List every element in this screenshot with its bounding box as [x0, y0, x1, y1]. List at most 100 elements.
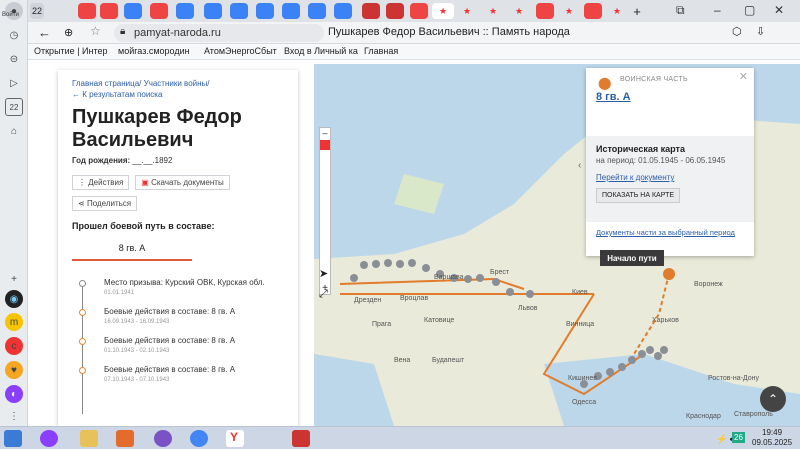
clock[interactable]: 19:49 09.05.2025	[752, 428, 792, 448]
media-taskbar-icon[interactable]	[116, 430, 134, 447]
tab-favicon-blue[interactable]	[308, 3, 326, 19]
city-label: Будапешт	[432, 357, 465, 364]
go-to-document-link[interactable]: Перейти к документу	[596, 173, 744, 182]
unit-documents-link[interactable]: Документы части за выбранный период	[596, 228, 746, 237]
city-label: Киев	[572, 289, 588, 296]
hist-period: на период: 01.05.1945 - 06.05.1945	[596, 156, 726, 165]
tab-favicon-blue[interactable]	[204, 3, 222, 19]
share-button[interactable]: ⋖ Поделиться	[72, 196, 138, 211]
market-icon[interactable]: m	[5, 313, 23, 331]
timeline-item[interactable]: Боевые действия в составе: 8 гв. А 07.10.…	[76, 365, 286, 385]
tab-favicon-star[interactable]: ★	[608, 3, 626, 19]
start-button[interactable]	[4, 430, 22, 447]
screenshot-icon[interactable]: ⌂	[5, 122, 23, 140]
tab-favicon-blue[interactable]	[124, 3, 142, 19]
tab-favicon-yandex[interactable]	[150, 3, 168, 19]
signin-label[interactable]: Войти	[2, 12, 19, 18]
mail-icon[interactable]: ♥	[5, 361, 23, 379]
tab-favicon-blue[interactable]	[256, 3, 274, 19]
url-field[interactable]: 🔒︎ pamyat-naroda.ru	[114, 24, 324, 42]
start-label: Начало пути	[600, 250, 664, 266]
tab-favicon-star[interactable]: ★	[458, 3, 476, 19]
collapse-panel-icon[interactable]: ‹	[578, 160, 581, 171]
add-icon[interactable]: +	[5, 270, 23, 288]
location-pin-icon: ⬤	[598, 76, 612, 90]
tab-favicon-blue[interactable]	[334, 3, 352, 19]
video-icon[interactable]: ▷	[5, 74, 23, 92]
collections-icon[interactable]: ⧉	[676, 3, 685, 18]
timeline-item[interactable]: Боевые действия в составе: 8 гв. А 16.09.…	[76, 307, 286, 327]
more-icon[interactable]: ⋮	[5, 407, 23, 425]
new-tab-icon[interactable]: +	[628, 3, 646, 19]
tab-favicon-star[interactable]: ★	[560, 3, 578, 19]
locate-icon[interactable]: ➤	[319, 267, 328, 280]
timeline-item[interactable]: Место призыва: Курский ОВК, Курская обл.…	[76, 278, 286, 298]
city-label: Краснодар	[686, 413, 721, 420]
city-label: Ростов-на-Дону	[708, 375, 759, 382]
bookmark-item[interactable]: Вход в Личный ка	[284, 46, 358, 56]
language-badge[interactable]: 26	[732, 432, 745, 443]
yandex-taskbar-icon[interactable]: Y	[226, 430, 244, 447]
tab-favicon-red[interactable]	[386, 3, 404, 19]
extension-icon[interactable]: ⬡	[732, 25, 742, 38]
tab-favicon-yandex[interactable]	[584, 3, 602, 19]
maximize-icon[interactable]: ▢	[744, 3, 755, 17]
bookmark-star-icon[interactable]: ☆	[90, 24, 101, 38]
tab-active-pamyat[interactable]: ★	[432, 3, 454, 19]
tab-favicon-blue[interactable]	[282, 3, 300, 19]
tab-favicon-star[interactable]: ★	[484, 3, 502, 19]
fullscreen-icon[interactable]: ⤢	[319, 288, 328, 301]
city-label: Прага	[372, 321, 391, 328]
app-icon[interactable]: c	[5, 337, 23, 355]
back-to-results-link[interactable]: ← К результатам поиска	[72, 89, 284, 100]
show-on-map-button[interactable]: ПОКАЗАТЬ НА КАРТЕ	[596, 188, 681, 203]
explorer-taskbar-icon[interactable]	[80, 430, 98, 447]
combat-timeline: Место призыва: Курский ОВК, Курская обл.…	[76, 278, 286, 414]
historical-map-box: Историческая карта на период: 01.05.1945…	[586, 136, 754, 222]
breadcrumb-participants[interactable]: Участники войны	[144, 79, 208, 88]
tab-favicon-blue[interactable]	[230, 3, 248, 19]
alice-taskbar-icon[interactable]	[40, 430, 58, 447]
app-taskbar-icon[interactable]	[292, 430, 310, 447]
messenger-icon[interactable]: ◐	[5, 385, 23, 403]
bookmark-item[interactable]: АтомЭнергоСбыт	[204, 46, 277, 56]
download-docs-button[interactable]: ▣ Скачать документы	[135, 175, 230, 190]
tab-favicon-blue[interactable]	[176, 3, 194, 19]
city-label: Дрезден	[354, 297, 381, 304]
tab-favicon-yandex[interactable]	[410, 3, 428, 19]
history-icon[interactable]: ◷	[5, 26, 23, 44]
tab-favicon-star[interactable]: ★	[510, 3, 528, 19]
minimize-icon[interactable]: –	[714, 3, 721, 17]
close-panel-icon[interactable]: ✕	[739, 70, 748, 83]
bookmark-item[interactable]: Главная	[364, 46, 398, 56]
city-label: Катовице	[424, 317, 454, 324]
tab-favicon-yandex[interactable]	[536, 3, 554, 19]
tab-counter[interactable]: 22	[30, 3, 44, 19]
unit-tab[interactable]: 8 гв. А	[72, 237, 192, 261]
viber-taskbar-icon[interactable]	[154, 430, 172, 447]
actions-button[interactable]: ⋮ Действия	[72, 175, 130, 190]
tabs-count-icon[interactable]: 22	[5, 98, 23, 116]
shield-icon[interactable]: ⊕	[64, 26, 73, 39]
chrome-taskbar-icon[interactable]	[190, 430, 208, 447]
timeline-item[interactable]: Боевые действия в составе: 8 гв. А 01.10.…	[76, 336, 286, 356]
zoom-out-icon[interactable]: –	[320, 128, 330, 138]
tab-favicon-yandex[interactable]	[100, 3, 118, 19]
bookmark-item[interactable]: мойгаз.смородин	[118, 46, 190, 56]
tab-favicon-red[interactable]	[362, 3, 380, 19]
city-label: Брест	[490, 269, 510, 276]
scroll-up-button[interactable]: ⌃	[760, 386, 786, 412]
tab-favicon-yandex[interactable]	[78, 3, 96, 19]
back-icon[interactable]: ←	[38, 25, 51, 40]
zoom-slider-thumb[interactable]	[320, 140, 330, 150]
alice-icon[interactable]: ◉	[5, 290, 23, 308]
download-icon[interactable]: ⇩	[756, 25, 765, 38]
breadcrumb-home[interactable]: Главная страница	[72, 79, 139, 88]
close-icon[interactable]: ✕	[774, 3, 784, 17]
downloads-icon[interactable]: ⊝	[5, 50, 23, 68]
bookmark-item[interactable]: Открытие | Интер	[34, 46, 108, 56]
city-label: Винница	[566, 321, 594, 328]
city-label: Ставрополь	[734, 411, 773, 418]
breadcrumb: Главная страница/ Участники войны/	[72, 79, 210, 88]
city-label: Вена	[394, 357, 410, 364]
